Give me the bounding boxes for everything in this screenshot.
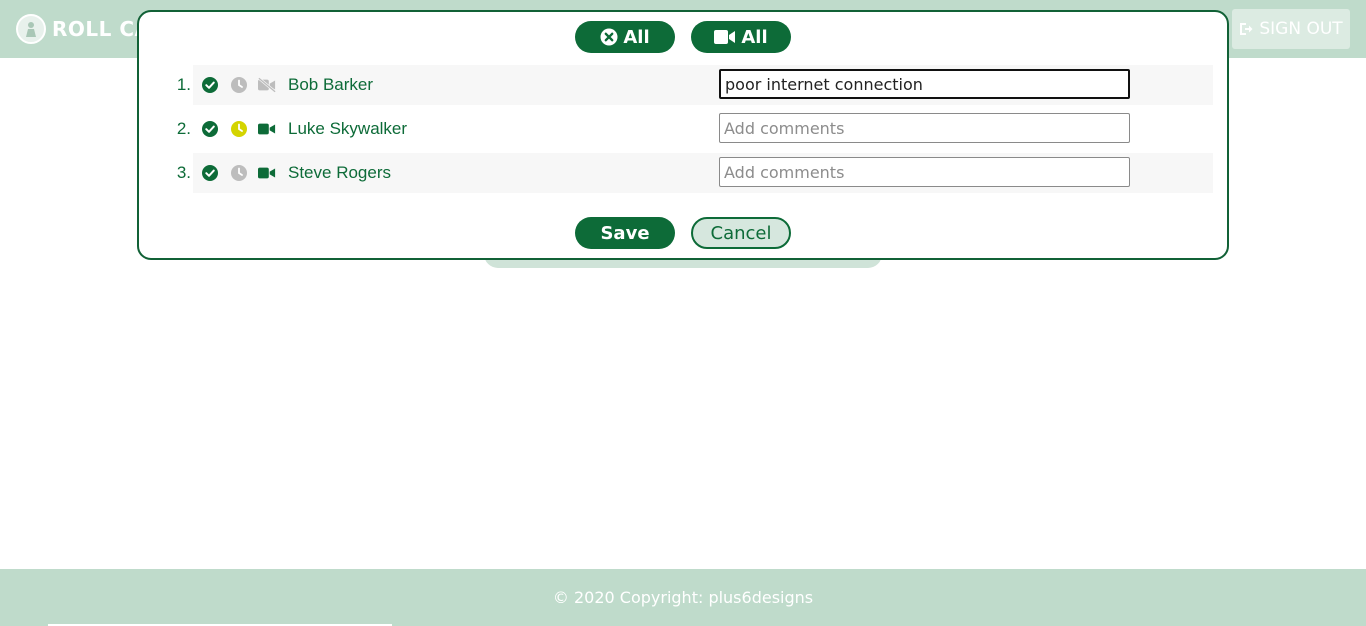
- brand-name: ROLL CA: [52, 17, 151, 41]
- comment-input[interactable]: [719, 157, 1130, 187]
- video-slash-icon[interactable]: [258, 76, 276, 94]
- row-number: 2.: [176, 119, 191, 138]
- sign-out-label: SIGN OUT: [1259, 19, 1343, 39]
- mark-all-absent-button[interactable]: All: [575, 21, 675, 53]
- student-name: Luke Skywalker: [288, 119, 408, 138]
- mark-all-absent-label: All: [623, 26, 650, 48]
- copyright-text: © 2020 Copyright: plus6designs: [552, 588, 814, 607]
- clock-icon[interactable]: [230, 76, 248, 94]
- check-circle-icon[interactable]: [201, 76, 219, 94]
- mark-all-video-button[interactable]: All: [691, 21, 791, 53]
- times-circle-icon: [600, 28, 618, 46]
- sign-out-icon: [1240, 23, 1253, 35]
- footer: © 2020 Copyright: plus6designs: [0, 569, 1366, 626]
- logo-icon: [16, 14, 46, 44]
- cancel-button[interactable]: Cancel: [691, 217, 791, 249]
- sign-out-button[interactable]: SIGN OUT: [1232, 9, 1350, 49]
- video-camera-icon[interactable]: [258, 120, 276, 138]
- check-circle-icon[interactable]: [201, 164, 219, 182]
- comment-input[interactable]: [719, 113, 1130, 143]
- save-button[interactable]: Save: [575, 217, 675, 249]
- video-camera-icon[interactable]: [258, 164, 276, 182]
- student-name: Bob Barker: [288, 75, 374, 94]
- comment-input[interactable]: [719, 69, 1130, 99]
- attendance-modal: All All 1. Bob Barker 2. Luke Skywalker: [137, 10, 1229, 260]
- row-number: 3.: [176, 163, 191, 182]
- student-name: Steve Rogers: [288, 163, 391, 182]
- mark-all-video-label: All: [741, 26, 768, 48]
- student-row: 3. Steve Rogers: [177, 153, 1213, 193]
- check-circle-icon[interactable]: [201, 120, 219, 138]
- clock-icon[interactable]: [230, 164, 248, 182]
- clock-icon[interactable]: [230, 120, 248, 138]
- brand[interactable]: ROLL CA: [16, 14, 151, 44]
- row-number: 1.: [176, 75, 191, 94]
- video-camera-icon: [714, 30, 736, 44]
- student-row: 2. Luke Skywalker: [177, 109, 1213, 149]
- student-row: 1. Bob Barker: [177, 65, 1213, 105]
